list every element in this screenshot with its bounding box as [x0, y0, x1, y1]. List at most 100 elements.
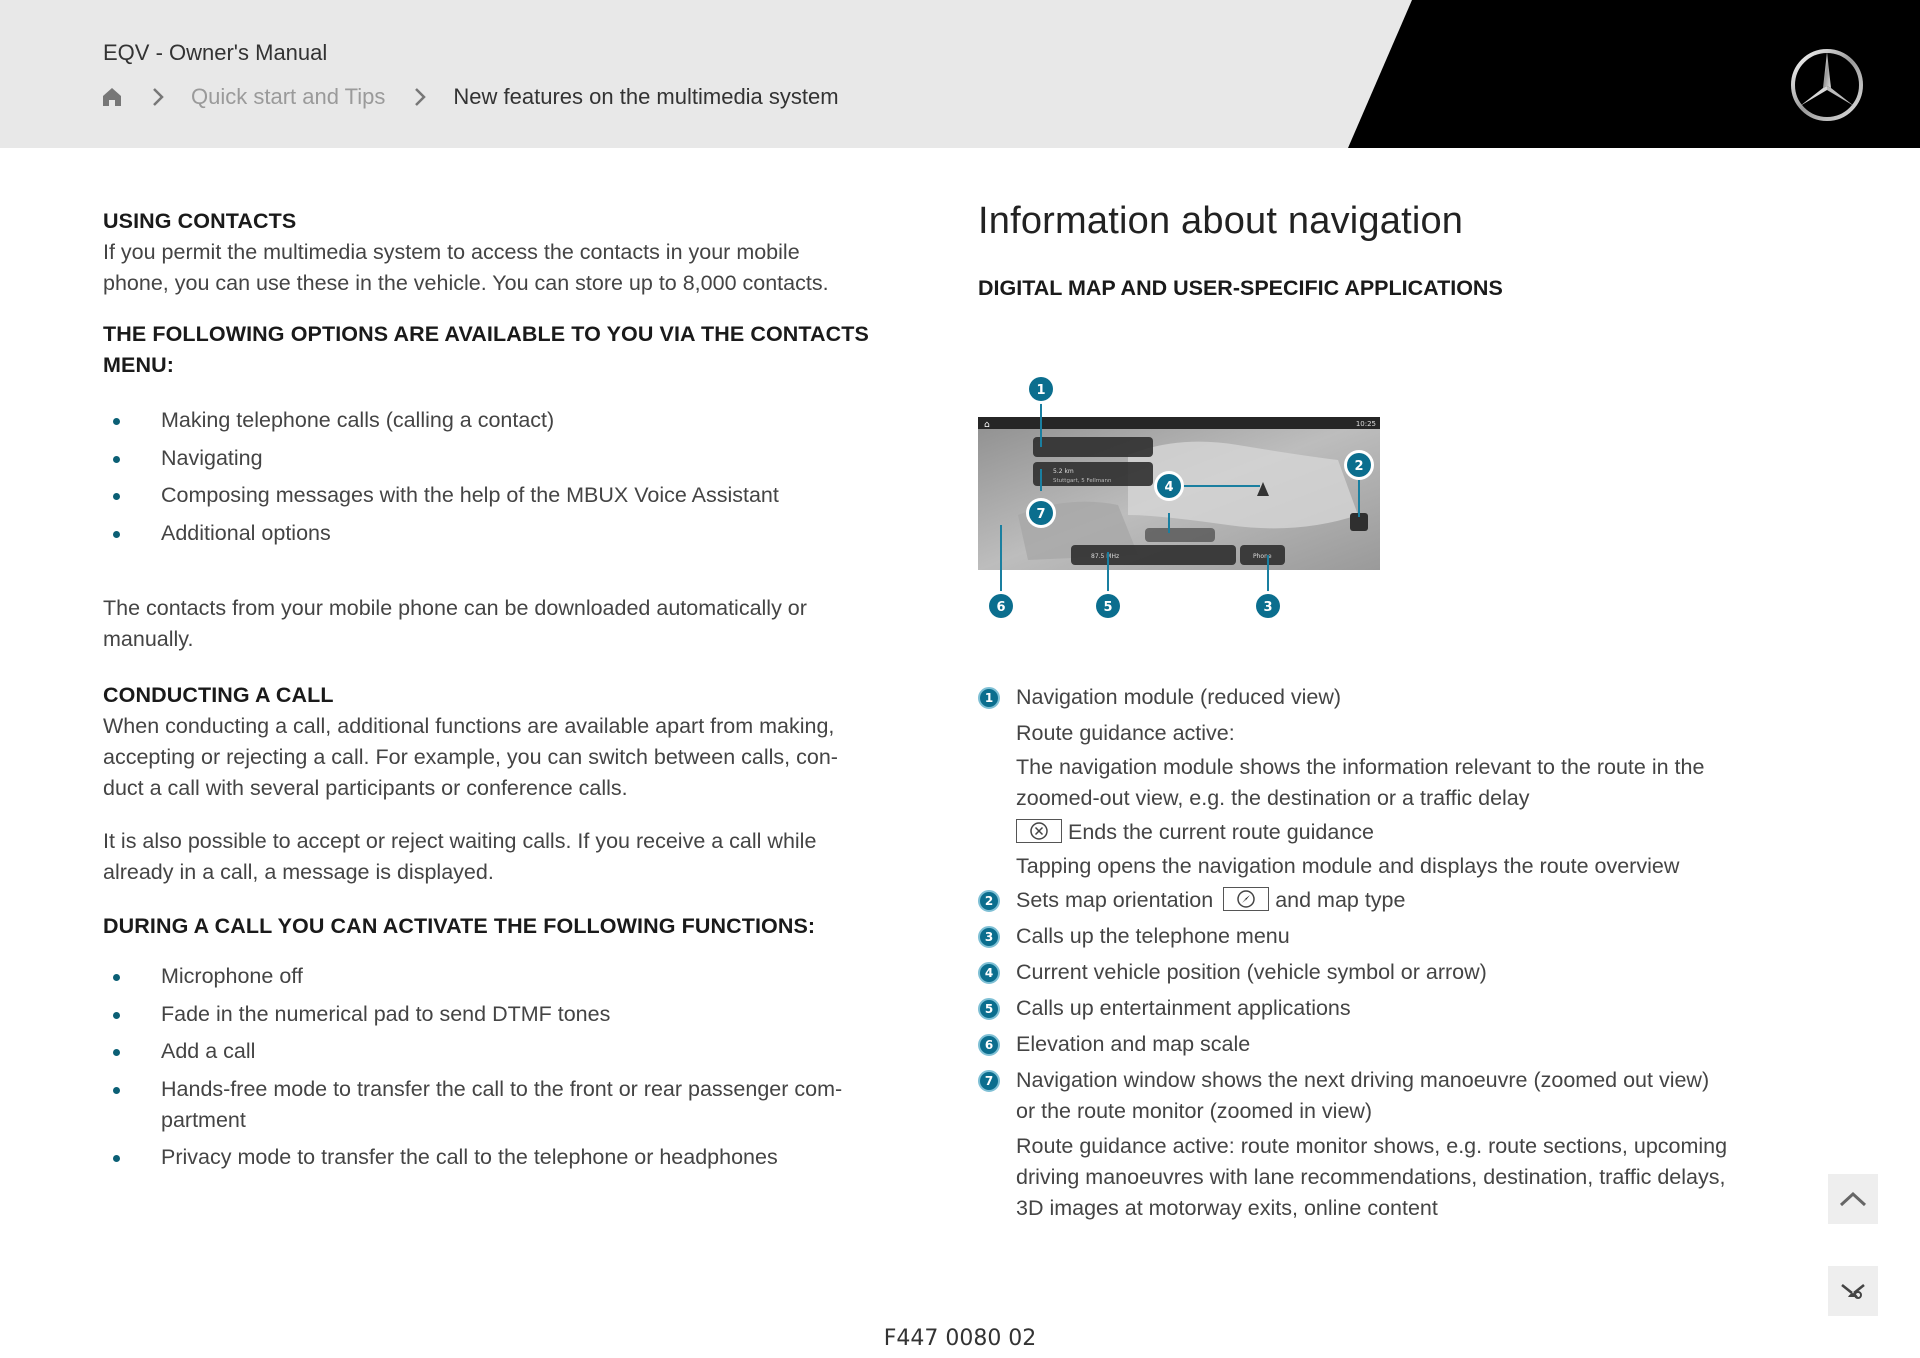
- paragraph-line: already in a call, a message is displaye…: [103, 860, 494, 884]
- legend-subtext: Route guidance active:: [1016, 721, 1235, 745]
- section-heading: USING CONTACTS: [103, 209, 297, 233]
- right-column: Information about navigation DIGITAL MAP…: [978, 200, 1798, 300]
- legend-label: Elevation and map scale: [1016, 1032, 1251, 1056]
- legend-subtext-label: Ends the current route guidance: [1068, 820, 1374, 844]
- legend-subtext: Ends the current route guidance: [978, 817, 1798, 848]
- contacts-menu-heading: THE FOLLOWING OPTIONS ARE AVAILABLE TO Y…: [103, 319, 903, 381]
- bullet-dot: [113, 1049, 120, 1056]
- paragraph-line: phone, you can use these in the vehicle.…: [103, 271, 829, 295]
- bullet-dot: [113, 1011, 120, 1019]
- manual-title: EQV - Owner's Manual: [103, 40, 328, 65]
- list-item: Composing messages with the help of the …: [103, 480, 903, 511]
- screen-distance: 5.2 km: [1053, 468, 1074, 475]
- bullet-dot: [113, 493, 120, 500]
- home-icon[interactable]: [101, 86, 123, 108]
- bullet-dot: [113, 530, 120, 538]
- number-badge: 5: [978, 998, 1000, 1020]
- conducting-call-section: CONDUCTING A CALL When conducting a call…: [103, 680, 903, 888]
- legend-item-5: 5 Calls up entertainment applications: [978, 993, 1798, 1024]
- chevron-up-icon: [1839, 1191, 1867, 1207]
- list-item: Add a call: [103, 1036, 903, 1067]
- svg-text:3: 3: [1263, 600, 1272, 615]
- legend-label: and map type: [1275, 888, 1406, 912]
- compass-icon: [1223, 887, 1270, 911]
- legend-subtext: Tapping opens the navigation module and …: [1016, 854, 1680, 878]
- legend-label: Navigation module (reduced view): [1016, 685, 1342, 709]
- contacts-options-list: Making telephone calls (calling a contac…: [103, 405, 903, 555]
- svg-text:5: 5: [1103, 600, 1112, 615]
- legend-label: Calls up entertainment applications: [1016, 996, 1351, 1020]
- screen-radio: 87.5 MHz: [1091, 553, 1119, 560]
- navigation-screen-diagram: ⌂ 10:25 5.2 km Stuttgart, 5 Fellmann 87.…: [978, 374, 1380, 621]
- bullet-dot: [113, 1086, 120, 1094]
- legend-item-2: 2 Sets map orientation and map type: [978, 885, 1798, 916]
- callout-badge: 5: [1093, 591, 1123, 621]
- callout-badge: 2: [1344, 450, 1374, 480]
- chevron-right-icon: [150, 86, 166, 108]
- screen-nav-line: Stuttgart, 5 Fellmann: [1053, 478, 1112, 484]
- breadcrumb-quick-start[interactable]: Quick start and Tips: [191, 84, 385, 110]
- scroll-to-top-button[interactable]: [1828, 1174, 1878, 1224]
- number-badge: 4: [978, 962, 1000, 984]
- list-item: Additional options: [103, 518, 903, 549]
- svg-text:1: 1: [1036, 383, 1045, 398]
- heading-line: THE FOLLOWING OPTIONS ARE AVAILABLE TO Y…: [103, 322, 869, 346]
- page-header: EQV - Owner's Manual Quick start and Tip…: [0, 0, 1920, 148]
- section-heading: DURING A CALL YOU CAN ACTIVATE THE FOLLO…: [103, 914, 816, 938]
- bullet-dot: [113, 1155, 120, 1162]
- paragraph-line: When conducting a call, additional funct…: [103, 714, 835, 738]
- paragraph-line: The contacts from your mobile phone can …: [103, 596, 807, 620]
- list-item: Making telephone calls (calling a contac…: [103, 405, 903, 436]
- list-item: Microphone off: [103, 961, 903, 992]
- using-contacts-section: USING CONTACTS If you permit the multime…: [103, 206, 903, 299]
- legend-label: Calls up the telephone menu: [1016, 924, 1290, 948]
- legend-subtext: driving manoeuvres with lane recommendat…: [1016, 1165, 1726, 1189]
- tools-icon: [1841, 1283, 1865, 1299]
- list-item-label: Fade in the numerical pad to send DTMF t…: [161, 1001, 611, 1026]
- list-item-label: partment: [161, 1107, 246, 1132]
- number-badge: 1: [978, 687, 1000, 709]
- paragraph-line: accepting or rejecting a call. For examp…: [103, 745, 838, 769]
- breadcrumb-current-page: New features on the multimedia system: [453, 84, 839, 109]
- during-call-heading: DURING A CALL YOU CAN ACTIVATE THE FOLLO…: [103, 911, 903, 942]
- svg-text:2: 2: [1354, 459, 1363, 474]
- number-badge: 6: [978, 1034, 1000, 1056]
- legend-label: Sets map orientation: [1016, 888, 1214, 912]
- legend-item-6: 6 Elevation and map scale: [978, 1029, 1798, 1060]
- callout-badge: 6: [986, 591, 1016, 621]
- svg-text:⌂: ⌂: [984, 420, 990, 430]
- mercedes-star-icon[interactable]: [1788, 46, 1866, 124]
- list-item: Hands-free mode to transfer the call to …: [103, 1074, 903, 1136]
- diagram-legend: 1 Navigation module (reduced view) Route…: [978, 682, 1798, 1224]
- number-badge: 2: [978, 890, 1000, 912]
- svg-text:6: 6: [996, 600, 1005, 615]
- paragraph-line: manually.: [103, 627, 194, 651]
- chevron-right-icon: [412, 86, 428, 108]
- callout-badge: 3: [1253, 591, 1283, 621]
- number-badge: 7: [978, 1070, 1000, 1092]
- close-circle-icon: [1016, 819, 1062, 843]
- bullet-dot: [113, 455, 120, 463]
- page-title: Information about navigation: [978, 200, 1464, 242]
- list-item-label: Navigating: [161, 445, 263, 470]
- list-item-label: Microphone off: [161, 964, 303, 988]
- list-item-label: Composing messages with the help of the …: [161, 483, 779, 507]
- paragraph-line: If you permit the multimedia system to a…: [103, 240, 800, 264]
- legend-label: Current vehicle position (vehicle symbol…: [1016, 960, 1487, 984]
- legend-subtext: or the route monitor (zoomed in view): [1016, 1099, 1373, 1123]
- callout-badge: 7: [1026, 498, 1056, 528]
- tools-button[interactable]: [1828, 1266, 1878, 1316]
- screen-phone: Phone: [1253, 553, 1272, 560]
- section-heading: CONDUCTING A CALL: [103, 683, 334, 707]
- screen-clock: 10:25: [1356, 420, 1376, 428]
- section-heading: DIGITAL MAP AND USER-SPECIFIC APPLICATIO…: [978, 276, 1503, 300]
- paragraph-line: It is also possible to accept or reject …: [103, 829, 817, 853]
- heading-line: MENU:: [103, 353, 174, 377]
- legend-item-4: 4 Current vehicle position (vehicle symb…: [978, 957, 1798, 988]
- legend-item-1: 1 Navigation module (reduced view): [978, 682, 1798, 713]
- list-item-label: Making telephone calls (calling a contac…: [161, 408, 555, 432]
- legend-subtext: zoomed-out view, e.g. the destination or…: [1016, 786, 1530, 810]
- list-item: Fade in the numerical pad to send DTMF t…: [103, 999, 903, 1030]
- number-badge: 3: [978, 926, 1000, 948]
- legend-subtext: 3D images at motorway exits, online cont…: [1016, 1196, 1438, 1220]
